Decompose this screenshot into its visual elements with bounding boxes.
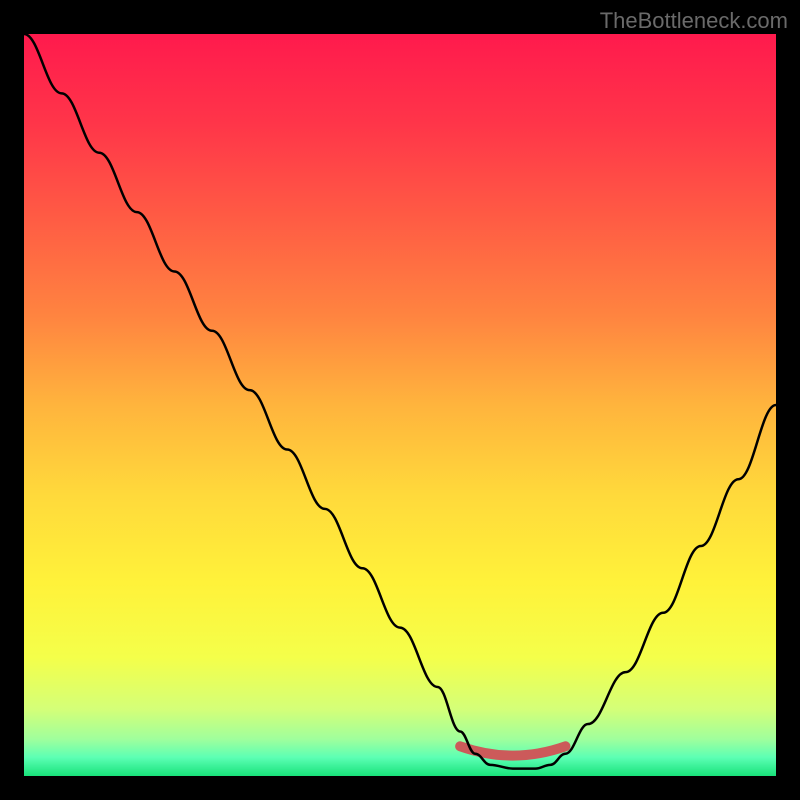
bottleneck-curve	[24, 34, 776, 769]
curve-layer	[24, 34, 776, 776]
plot-area	[24, 34, 776, 776]
watermark-text: TheBottleneck.com	[600, 8, 788, 34]
